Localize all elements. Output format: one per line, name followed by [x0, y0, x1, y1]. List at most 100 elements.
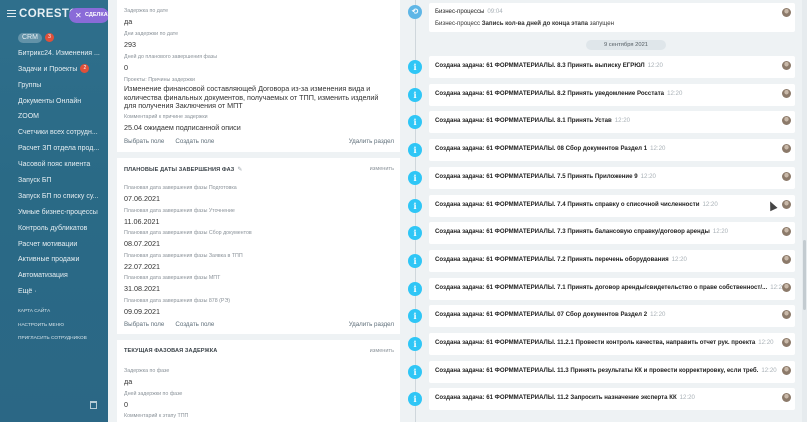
- field-label: Проекты: Причины задержки: [124, 77, 196, 83]
- sidebar-item-smart-bp[interactable]: Умные бизнес-процессы: [0, 205, 108, 221]
- sidebar-item-groups[interactable]: Группы: [0, 78, 108, 94]
- pencil-icon[interactable]: ✎: [237, 166, 243, 173]
- timeline-item-time: 12:20: [614, 117, 631, 125]
- field-value[interactable]: 31.08.2021: [124, 284, 160, 293]
- sidebar-item-bitrix-changes[interactable]: Битрикс24. Изменения ...: [0, 46, 108, 62]
- task-link[interactable]: 61 ФОРММАТЕРИАЛЫ. 7.1 Принять договор ар…: [486, 284, 767, 291]
- sitemap-link[interactable]: КАРТА САЙТА: [0, 305, 108, 319]
- sidebar-item-salary[interactable]: Расчет ЗП отдела прод...: [0, 141, 108, 157]
- change-link[interactable]: изменить: [370, 166, 394, 172]
- sidebar-item-duplicates[interactable]: Контроль дубликатов: [0, 221, 108, 237]
- task-link[interactable]: 61 ФОРММАТЕРИАЛЫ. 08 Сбор документов Раз…: [486, 145, 647, 152]
- info-icon: i: [408, 170, 422, 185]
- avatar[interactable]: [782, 171, 791, 181]
- avatar[interactable]: [782, 8, 791, 17]
- task-created-prefix: Создана задача:: [435, 394, 487, 402]
- task-link[interactable]: 61 ФОРММАТЕРИАЛЫ. 7.5 Принять Приложение…: [486, 173, 637, 180]
- avatar[interactable]: [782, 310, 791, 320]
- trash-icon[interactable]: [90, 401, 97, 409]
- task-link[interactable]: 61 ФОРММАТЕРИАЛЫ. 8.3 Принять выписку ЕГ…: [486, 62, 644, 69]
- task-created-prefix: Создана задача:: [435, 172, 487, 180]
- delete-section-link[interactable]: Удалить раздел: [349, 321, 394, 328]
- avatar[interactable]: [782, 338, 791, 347]
- avatar[interactable]: [782, 393, 791, 403]
- sidebar-item-label: Группы: [18, 81, 42, 89]
- task-created-prefix: Создана задача:: [435, 117, 487, 125]
- invite-employees-link[interactable]: ПРИГЛАСИТЬ СОТРУДНИКОВ: [0, 332, 108, 346]
- timeline-item-time: 12:20: [671, 255, 687, 263]
- field-value[interactable]: да: [124, 377, 132, 386]
- info-icon: i: [408, 226, 422, 241]
- avatar[interactable]: [782, 254, 791, 264]
- sidebar-item-zoom[interactable]: ZOOM: [0, 109, 108, 125]
- close-icon[interactable]: ✕: [75, 8, 82, 23]
- field-label: Комментарий к причине задержки: [124, 114, 208, 120]
- field-value[interactable]: 293: [124, 40, 136, 49]
- configure-menu-link[interactable]: НАСТРОИТЬ МЕНЮ: [0, 319, 108, 333]
- sidebar-item-counters[interactable]: Счетчики всех сотрудн...: [0, 125, 108, 141]
- field-value[interactable]: 09.09.2021: [124, 307, 160, 316]
- task-link[interactable]: 61 ФОРММАТЕРИАЛЫ. 11.2.1 Провести контро…: [486, 339, 755, 346]
- timeline-item-description: Бизнес-процесс Запись кол-ва дней до кон…: [435, 20, 614, 27]
- avatar[interactable]: [782, 199, 791, 209]
- sidebar-item-active-sales[interactable]: Активные продажи: [0, 252, 108, 268]
- avatar[interactable]: [782, 61, 791, 70]
- create-field-link[interactable]: Создать поле: [175, 138, 214, 145]
- task-link[interactable]: 61 ФОРММАТЕРИАЛЫ. 8.1 Принять Устав: [486, 117, 612, 124]
- timeline-date-separator: 9 сентября 2021: [586, 40, 666, 50]
- field-value[interactable]: 0: [124, 400, 128, 409]
- select-field-link[interactable]: Выбрать поле: [124, 138, 164, 145]
- sidebar-menu: CRM 3 Битрикс24. Изменения ... Задачи и П…: [0, 30, 108, 346]
- field-value[interactable]: да: [124, 17, 132, 26]
- task-link[interactable]: 61 ФОРММАТЕРИАЛЫ. 11.3 Принять результат…: [486, 367, 758, 374]
- avatar[interactable]: [782, 88, 791, 98]
- bp-name-link[interactable]: Запись кол-ва дней до конца этапа: [482, 20, 588, 27]
- create-field-link[interactable]: Создать поле: [175, 321, 214, 328]
- field-value[interactable]: 0: [124, 63, 128, 72]
- sidebar-item-more[interactable]: Ещё ·: [0, 284, 108, 300]
- sidebar-item-timezone[interactable]: Часовой пояс клиента: [0, 157, 108, 173]
- avatar[interactable]: [782, 365, 791, 375]
- timeline-item-task: Создана задача: 61 ФОРММАТЕРИАЛЫ. 7.4 Пр…: [429, 194, 795, 217]
- avatar[interactable]: [782, 116, 791, 126]
- sidebar-item-motivation[interactable]: Расчет мотивации: [0, 237, 108, 253]
- sidebar-item-label: Автоматизация: [18, 272, 68, 280]
- sidebar-item-start-bp-list[interactable]: Запуск БП по списку су...: [0, 189, 108, 205]
- task-link[interactable]: 61 ФОРММАТЕРИАЛЫ. 8.2 Принять уведомлени…: [486, 90, 664, 97]
- timeline-item-task: Создана задача: 61 ФОРММАТЕРИАЛЫ. 8.2 Пр…: [429, 83, 795, 106]
- field-label: Комментарий к этапу ТПП: [124, 413, 189, 419]
- menu-icon[interactable]: [7, 10, 16, 17]
- task-link[interactable]: 61 ФОРММАТЕРИАЛЫ. 7.3 Принять балансовую…: [486, 228, 710, 235]
- info-icon: i: [408, 364, 422, 379]
- sidebar-item-start-bp[interactable]: Запуск БП: [0, 173, 108, 189]
- field-value[interactable]: 08.07.2021: [124, 239, 160, 248]
- scrollbar-thumb[interactable]: [803, 240, 806, 310]
- field-value[interactable]: 25.04 ожидаем подписанной описи: [124, 123, 241, 132]
- sidebar-item-automation[interactable]: Автоматизация: [0, 268, 108, 284]
- field-value[interactable]: 22.07.2021: [124, 262, 160, 271]
- deal-button[interactable]: ✕ СДЕЛКА: [69, 8, 108, 23]
- scrollbar[interactable]: [802, 0, 807, 422]
- sidebar-item-documents[interactable]: Документы Онлайн: [0, 94, 108, 110]
- avatar[interactable]: [782, 144, 791, 154]
- timeline-item-time: 12:20: [679, 394, 695, 402]
- field-value[interactable]: 11.06.2021: [124, 217, 159, 226]
- sidebar-item-tasks[interactable]: Задачи и Проекты 2: [0, 62, 108, 78]
- field-label: Плановая дата завершения фазы 878 (РЭ): [124, 298, 231, 304]
- avatar[interactable]: [782, 227, 791, 237]
- delete-section-link[interactable]: Удалить раздел: [349, 138, 394, 145]
- sidebar-header: CORESTON ✕ СДЕЛКА: [0, 0, 108, 30]
- section-title-text: ПЛАНОВЫЕ ДАТЫ ЗАВЕРШЕНИЯ ФАЗ: [124, 167, 235, 173]
- task-link[interactable]: 61 ФОРММАТЕРИАЛЫ. 11.2 Запросить назначе…: [486, 394, 676, 401]
- field-value[interactable]: Изменение финансовой составляющей Догово…: [124, 84, 389, 111]
- task-link[interactable]: 61 ФОРММАТЕРИАЛЫ. 7.2 Принять перечень о…: [486, 256, 668, 263]
- task-link[interactable]: 61 ФОРММАТЕРИАЛЫ. 07 Сбор документов Раз…: [486, 311, 647, 318]
- change-link[interactable]: изменить: [370, 348, 394, 354]
- avatar[interactable]: [782, 282, 791, 292]
- select-field-link[interactable]: Выбрать поле: [124, 321, 164, 328]
- info-icon: i: [408, 337, 422, 351]
- field-value[interactable]: 07.06.2021: [124, 194, 160, 203]
- field-label: Дней до планового завершения фазы: [124, 54, 218, 60]
- task-link[interactable]: 61 ФОРММАТЕРИАЛЫ. 7.4 Принять справку о …: [486, 201, 699, 208]
- sidebar-item-crm[interactable]: CRM 3: [0, 30, 108, 46]
